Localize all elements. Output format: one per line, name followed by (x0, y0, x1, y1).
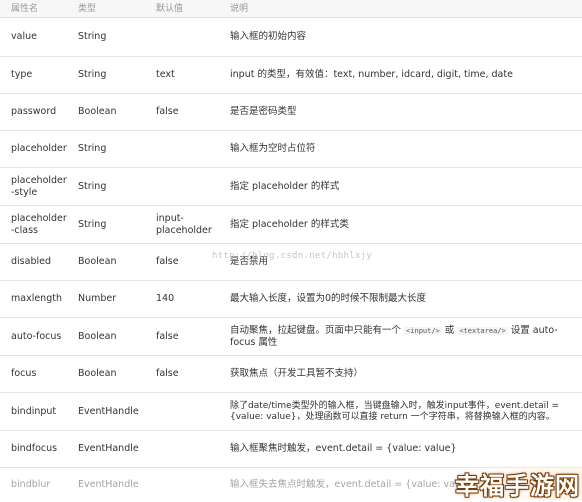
prop-name: auto-focus (11, 330, 62, 342)
prop-name: bindblur (11, 479, 51, 490)
table-row: value String 输入框的初始内容 (0, 18, 582, 57)
table-row: placeholder-class String input-placehold… (0, 206, 582, 244)
prop-desc: 最大输入长度，设置为0的时候不限制最大长度 (230, 293, 427, 304)
prop-desc: 是否是密码类型 (230, 106, 297, 117)
prop-desc: input 的类型，有效值：text, number, idcard, digi… (230, 69, 513, 80)
prop-name: password (11, 106, 57, 117)
properties-table: 属性名 类型 默认值 说明 value String 输入框的初始内容 type… (0, 0, 582, 502)
prop-default: false (156, 368, 179, 379)
prop-default: false (156, 256, 179, 267)
prop-type: EventHandle (78, 405, 139, 417)
table-row: password Boolean false 是否是密码类型 (0, 94, 582, 131)
desc-text: 自动聚焦，拉起键盘。页面中只能有一个 (230, 324, 402, 336)
prop-type: Boolean (78, 330, 117, 342)
table-row: focus Boolean false 获取焦点（开发工具暂不支持） (0, 356, 582, 393)
table-header: 属性名 类型 默认值 说明 (0, 0, 582, 18)
prop-name: placeholder-class (11, 212, 67, 236)
prop-type: EventHandle (78, 443, 139, 454)
prop-type: String (78, 31, 107, 42)
header-desc: 说明 (230, 3, 249, 14)
table-row: type String text input 的类型，有效值：text, num… (0, 57, 582, 94)
prop-desc: 除了date/time类型外的输入框，当键盘输入时，触发input事件，even… (230, 400, 560, 422)
prop-name: maxlength (11, 293, 62, 304)
table-row: maxlength Number 140 最大输入长度，设置为0的时候不限制最大… (0, 281, 582, 318)
prop-desc: 指定 placeholder 的样式 (230, 180, 340, 192)
prop-desc: 输入框为空时占位符 (230, 143, 316, 154)
prop-name: disabled (11, 256, 51, 267)
prop-default: false (156, 106, 179, 117)
desc-text: 或 (444, 324, 455, 336)
prop-name: bindfocus (11, 443, 58, 454)
table-row: bindfocus EventHandle 输入框聚焦时触发，event.det… (0, 431, 582, 468)
prop-desc: 获取焦点（开发工具暂不支持） (230, 368, 364, 379)
prop-default: false (156, 330, 179, 342)
code-input-tag: <input/> (404, 326, 442, 335)
prop-name: type (11, 69, 33, 80)
prop-type: String (78, 180, 107, 192)
prop-name: value (11, 31, 37, 42)
brand-logo: 幸福手游网 (455, 471, 580, 500)
prop-type: String (78, 143, 107, 154)
prop-name: focus (11, 368, 37, 379)
prop-name: placeholder-style (11, 174, 67, 198)
prop-desc: 输入框的初始内容 (230, 31, 307, 42)
prop-desc: 自动聚焦，拉起键盘。页面中只能有一个 <input/> 或 <textarea/… (230, 325, 582, 349)
prop-desc: 输入框聚焦时触发，event.detail = {value: value} (230, 443, 457, 454)
prop-type: String (78, 218, 107, 230)
table-row: bindinput EventHandle 除了date/time类型外的输入框… (0, 393, 582, 431)
prop-type: Boolean (78, 368, 117, 379)
table-row: placeholder-style String 指定 placeholder … (0, 168, 582, 206)
code-textarea-tag: <textarea/> (457, 326, 508, 335)
prop-type: String (78, 69, 107, 80)
prop-name: placeholder (11, 143, 67, 154)
prop-type: Number (78, 293, 117, 304)
prop-type: EventHandle (78, 479, 139, 490)
header-type: 类型 (78, 3, 97, 14)
header-name: 属性名 (11, 3, 39, 14)
prop-desc: 指定 placeholder 的样式类 (230, 218, 349, 230)
header-default: 默认值 (156, 3, 184, 14)
prop-default: 140 (156, 293, 175, 304)
prop-type: Boolean (78, 106, 117, 117)
prop-type: Boolean (78, 256, 117, 267)
table-row: disabled Boolean false 是否禁用 (0, 244, 582, 281)
prop-desc: 是否禁用 (230, 256, 269, 267)
prop-default: input-placeholder (156, 212, 212, 236)
prop-name: bindinput (11, 405, 57, 417)
table-row: auto-focus Boolean false 自动聚焦，拉起键盘。页面中只能… (0, 318, 582, 356)
table-row: placeholder String 输入框为空时占位符 (0, 131, 582, 168)
prop-default: text (156, 69, 175, 80)
